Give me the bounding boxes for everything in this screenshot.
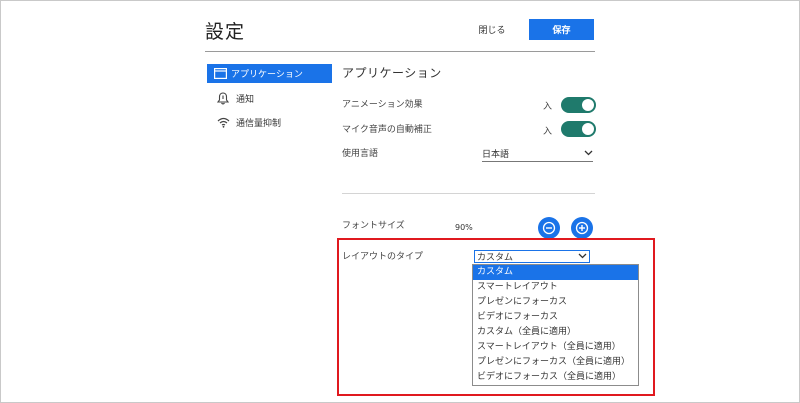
font-size-increase-button[interactable] <box>571 217 593 239</box>
bell-icon <box>216 92 230 106</box>
animation-toggle[interactable] <box>561 97 596 113</box>
font-size-value: 90% <box>455 223 473 232</box>
mic-correction-state: 入 <box>543 127 553 137</box>
close-button[interactable]: 閉じる <box>472 19 512 39</box>
dropdown-option[interactable]: カスタム（全員に適用） <box>473 325 638 340</box>
mic-correction-toggle[interactable] <box>561 121 596 137</box>
sidebar-item-label: 通信量抑制 <box>236 119 282 129</box>
language-select[interactable]: 日本語 <box>482 146 593 162</box>
animation-label: アニメーション効果 <box>342 100 423 110</box>
animation-state: 入 <box>543 102 553 112</box>
chevron-down-icon <box>584 149 593 159</box>
font-size-label: フォントサイズ <box>342 221 405 231</box>
sidebar-item-data-saving[interactable]: 通信量抑制 <box>207 113 332 132</box>
language-label: 使用言語 <box>342 149 379 159</box>
dropdown-option[interactable]: スマートレイアウト <box>473 280 638 295</box>
font-size-decrease-button[interactable] <box>538 217 560 239</box>
dropdown-option[interactable]: ビデオにフォーカス <box>473 310 638 325</box>
dropdown-option[interactable]: スマートレイアウト（全員に適用） <box>473 340 638 355</box>
dropdown-option[interactable]: プレゼンにフォーカス <box>473 295 638 310</box>
dropdown-option[interactable]: プレゼンにフォーカス（全員に適用） <box>473 355 638 370</box>
layout-type-value: カスタム <box>477 253 514 263</box>
layout-type-select[interactable]: カスタム <box>474 250 590 263</box>
chevron-down-icon <box>578 252 587 262</box>
section-divider <box>342 193 595 194</box>
dropdown-option[interactable]: ビデオにフォーカス（全員に適用） <box>473 370 638 385</box>
sidebar-item-application[interactable]: アプリケーション <box>207 64 332 83</box>
plus-icon <box>575 221 589 235</box>
dropdown-option[interactable]: カスタム <box>473 265 638 280</box>
layout-type-label: レイアウトのタイプ <box>342 252 424 262</box>
sidebar-item-notification[interactable]: 通知 <box>207 89 332 108</box>
minus-icon <box>542 221 556 235</box>
sidebar-item-label: 通知 <box>236 95 255 105</box>
header-divider <box>205 51 595 52</box>
layout-type-dropdown: カスタム スマートレイアウト プレゼンにフォーカス ビデオにフォーカス カスタム… <box>472 264 639 386</box>
toggle-knob <box>582 123 594 135</box>
page-title: 設定 <box>205 21 246 43</box>
save-button[interactable]: 保存 <box>529 19 594 40</box>
toggle-knob <box>582 99 594 111</box>
section-title: アプリケーション <box>342 66 442 80</box>
language-value: 日本語 <box>482 150 510 160</box>
wifi-icon <box>216 116 230 130</box>
window-icon <box>213 67 227 81</box>
mic-correction-label: マイク音声の自動補正 <box>342 125 432 135</box>
sidebar-item-label: アプリケーション <box>231 70 303 80</box>
